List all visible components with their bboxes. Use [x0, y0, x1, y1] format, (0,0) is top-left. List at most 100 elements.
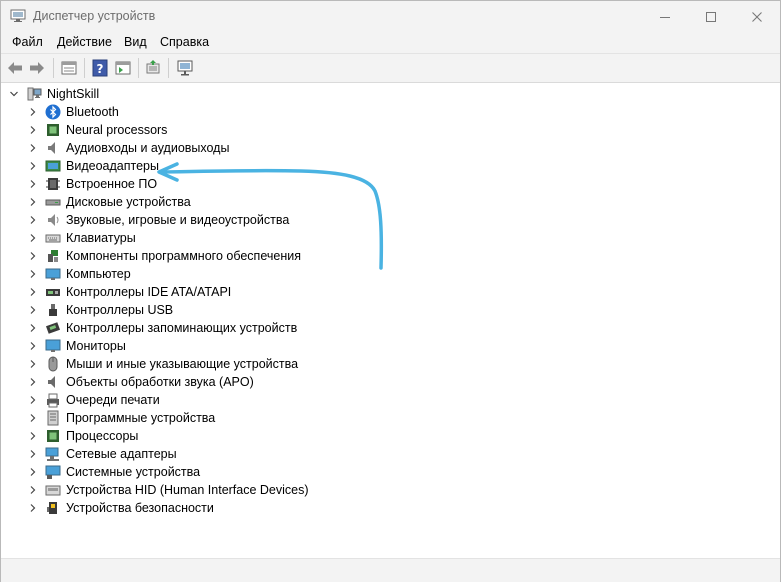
- tree-item[interactable]: Очереди печати: [1, 391, 780, 409]
- toolbar-separator: [138, 58, 139, 78]
- device-manager-app-icon: [10, 9, 26, 22]
- usb-controller-icon: [49, 304, 57, 316]
- chevron-right-icon[interactable]: [28, 323, 38, 333]
- tree-item-label: Сетевые адаптеры: [66, 447, 177, 461]
- menu-file[interactable]: Файл: [12, 35, 43, 49]
- chevron-right-icon[interactable]: [28, 269, 38, 279]
- minimize-button[interactable]: [642, 1, 688, 32]
- disk-drive-icon: [45, 199, 61, 206]
- chevron-right-icon[interactable]: [28, 485, 38, 495]
- mouse-icon: [48, 356, 58, 372]
- sound-icon: [48, 214, 59, 226]
- chevron-right-icon[interactable]: [28, 413, 38, 423]
- storage-controller-icon: [45, 322, 61, 334]
- tree-item-label: Очереди печати: [66, 393, 160, 407]
- display-adapter-icon: [45, 160, 61, 172]
- bluetooth-icon: [45, 104, 61, 120]
- tree-item-label: Устройства безопасности: [66, 501, 214, 515]
- chevron-right-icon[interactable]: [28, 395, 38, 405]
- tree-item[interactable]: Видеоадаптеры: [1, 157, 780, 175]
- tree-item-label: Клавиатуры: [66, 231, 136, 245]
- chevron-right-icon[interactable]: [28, 503, 38, 513]
- chevron-right-icon[interactable]: [28, 161, 38, 171]
- back-icon[interactable]: [6, 59, 24, 77]
- tree-item[interactable]: Сетевые адаптеры: [1, 445, 780, 463]
- tree-item[interactable]: Программные устройства: [1, 409, 780, 427]
- chevron-right-icon[interactable]: [28, 179, 38, 189]
- chevron-right-icon[interactable]: [28, 125, 38, 135]
- chevron-right-icon[interactable]: [28, 215, 38, 225]
- tree-item[interactable]: Аудиовходы и аудиовыходы: [1, 139, 780, 157]
- tree-item[interactable]: Мыши и иные указывающие устройства: [1, 355, 780, 373]
- tree-item[interactable]: Устройства безопасности: [1, 499, 780, 517]
- tree-item-label: Аудиовходы и аудиовыходы: [66, 141, 230, 155]
- chevron-right-icon[interactable]: [28, 143, 38, 153]
- chevron-right-icon[interactable]: [28, 449, 38, 459]
- system-device-icon: [45, 465, 61, 479]
- properties-icon[interactable]: [60, 59, 78, 77]
- tree-item[interactable]: Объекты обработки звука (APO): [1, 373, 780, 391]
- chevron-right-icon[interactable]: [28, 341, 38, 351]
- view-icon[interactable]: [114, 59, 132, 77]
- chevron-right-icon[interactable]: [28, 251, 38, 261]
- chevron-down-icon[interactable]: [9, 89, 19, 99]
- tree-item[interactable]: Neural processors: [1, 121, 780, 139]
- chevron-right-icon[interactable]: [28, 377, 38, 387]
- window-title: Диспетчер устройств: [33, 9, 156, 23]
- apo-icon: [48, 376, 55, 388]
- tree-item[interactable]: Контроллеры IDE ATA/ATAPI: [1, 283, 780, 301]
- tree-item-label: Neural processors: [66, 123, 168, 137]
- chevron-right-icon[interactable]: [28, 359, 38, 369]
- maximize-button[interactable]: [688, 1, 734, 32]
- menu-help[interactable]: Справка: [160, 35, 209, 49]
- tree-item-label: Компоненты программного обеспечения: [66, 249, 301, 263]
- tree-item-label: Видеоадаптеры: [66, 159, 159, 173]
- software-component-icon: [48, 250, 58, 262]
- minimize-icon: [660, 16, 670, 18]
- tree-item[interactable]: Дисковые устройства: [1, 193, 780, 211]
- tree-item[interactable]: Системные устройства: [1, 463, 780, 481]
- device-manager-window: Диспетчер устройств Файл Действие Вид Сп…: [0, 0, 781, 582]
- monitor-icon: [45, 339, 61, 352]
- tree-item-label: Контроллеры USB: [66, 303, 174, 317]
- menu-bar: Файл Действие Вид Справка: [1, 32, 780, 54]
- toolbar: ?: [1, 54, 780, 83]
- close-button[interactable]: [734, 1, 780, 32]
- chevron-right-icon[interactable]: [28, 197, 38, 207]
- root-label: NightSkill: [47, 87, 100, 101]
- firmware-icon: [46, 178, 60, 190]
- keyboard-icon: [45, 234, 61, 243]
- close-icon: [752, 11, 762, 22]
- tree-item[interactable]: Компьютер: [1, 265, 780, 283]
- tree-item[interactable]: Встроенное ПО: [1, 175, 780, 193]
- tree-item[interactable]: Контроллеры запоминающих устройств: [1, 319, 780, 337]
- forward-icon[interactable]: [28, 59, 46, 77]
- tree-item[interactable]: Устройства HID (Human Interface Devices): [1, 481, 780, 499]
- update-driver-icon[interactable]: [144, 59, 162, 77]
- chevron-right-icon[interactable]: [28, 431, 38, 441]
- chevron-right-icon[interactable]: [28, 305, 38, 315]
- status-bar: [1, 558, 780, 582]
- scan-hardware-icon[interactable]: [176, 59, 194, 77]
- chevron-right-icon[interactable]: [28, 287, 38, 297]
- tree-item[interactable]: Контроллеры USB: [1, 301, 780, 319]
- title-bar: Диспетчер устройств: [1, 1, 780, 32]
- tree-item[interactable]: Компоненты программного обеспечения: [1, 247, 780, 265]
- tree-item[interactable]: Клавиатуры: [1, 229, 780, 247]
- tree-item[interactable]: Звуковые, игровые и видеоустройства: [1, 211, 780, 229]
- help-icon[interactable]: ?: [91, 59, 109, 77]
- tree-item-label: Компьютер: [66, 267, 131, 281]
- chevron-right-icon[interactable]: [28, 233, 38, 243]
- tree-item[interactable]: Bluetooth: [1, 103, 780, 121]
- network-adapter-icon: [45, 447, 59, 461]
- tree-item[interactable]: Процессоры: [1, 427, 780, 445]
- tree-item[interactable]: Мониторы: [1, 337, 780, 355]
- computer-category-icon: [45, 268, 61, 280]
- menu-action[interactable]: Действие: [57, 35, 112, 49]
- chevron-right-icon[interactable]: [28, 107, 38, 117]
- menu-view[interactable]: Вид: [124, 35, 147, 49]
- chevron-right-icon[interactable]: [28, 467, 38, 477]
- processor-icon: [47, 430, 59, 442]
- toolbar-separator: [53, 58, 54, 78]
- tree-root[interactable]: NightSkill: [1, 85, 780, 103]
